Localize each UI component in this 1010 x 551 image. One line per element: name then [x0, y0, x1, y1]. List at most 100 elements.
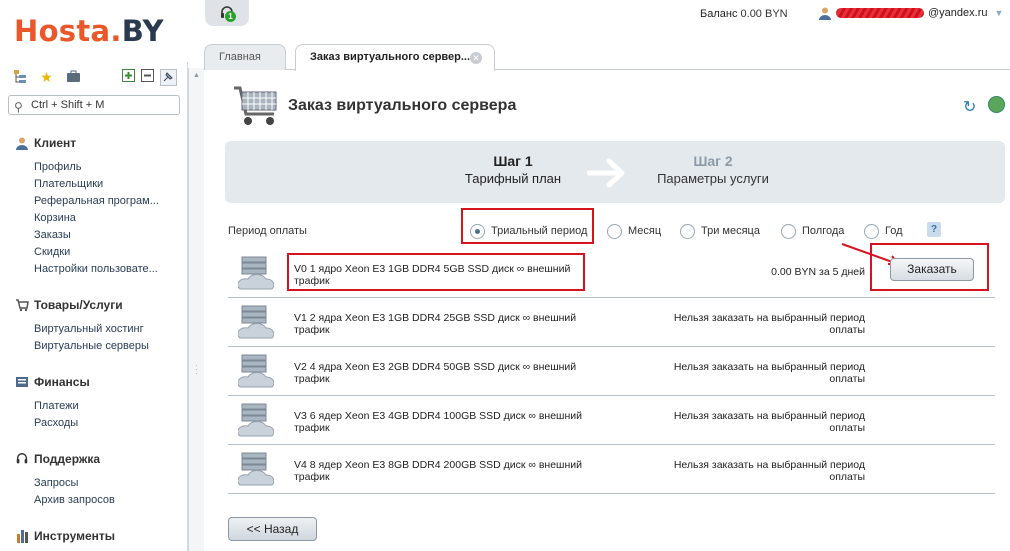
plan-row: V4 8 ядер Xeon E3 8GB DDR4 200GB SSD дис… [228, 445, 995, 494]
sidebar-item-orders[interactable]: Заказы [34, 227, 159, 244]
balance-value: 0.00 BYN [740, 8, 788, 20]
help-icon[interactable]: ? [927, 222, 941, 237]
server-icon [238, 403, 274, 437]
plan-row: V2 4 ядра Xeon E3 2GB DDR4 50GB SSD диск… [228, 347, 995, 396]
radio-three-months[interactable]: Три месяца [680, 222, 760, 240]
back-button[interactable]: << Назад [228, 517, 317, 541]
radio-button[interactable] [607, 223, 622, 239]
plan-row: V3 6 ядер Xeon E3 4GB DDR4 100GB SSD дис… [228, 396, 995, 445]
user-menu[interactable]: @yandex.ru ▼ [818, 6, 1003, 20]
sidebar-section-title[interactable]: Инструменты [14, 527, 115, 545]
radio-label: Полгода [802, 225, 845, 237]
sidebar-item-requests-archive[interactable]: Архив запросов [34, 492, 115, 509]
server-icon [238, 452, 274, 486]
sidebar-section-title[interactable]: Финансы [14, 373, 90, 391]
plan-status: Нельзя заказать на выбранный период опла… [673, 361, 865, 385]
pin-icon[interactable] [160, 69, 177, 86]
collapse-all-icon[interactable] [139, 69, 156, 86]
refresh-icon[interactable]: ↻ [963, 97, 976, 117]
radio-year[interactable]: Год [864, 222, 903, 240]
plan-row: V1 2 ядра Xeon E3 1GB DDR4 25GB SSD диск… [228, 298, 995, 347]
plan-name: V4 8 ядер Xeon E3 8GB DDR4 200GB SSD дис… [294, 459, 582, 483]
step-label: Тарифный план [464, 171, 562, 186]
star-icon[interactable]: ★ [38, 69, 55, 86]
sidebar-item-user-settings[interactable]: Настройки пользовате... [34, 261, 159, 278]
sidebar-item-virtual-hosting[interactable]: Виртуальный хостинг [34, 321, 149, 338]
sidebar-section-title[interactable]: Поддержка [14, 450, 115, 468]
plan-name: V1 2 ядра Xeon E3 1GB DDR4 25GB SSD диск… [294, 312, 577, 336]
wizard-steps: Шаг 1 Тарифный план Шаг 2 Параметры услу… [225, 141, 1005, 203]
step-number: Шаг 2 [693, 153, 733, 169]
tree-icon[interactable] [12, 69, 29, 86]
globe-icon[interactable] [988, 96, 1005, 113]
server-icon [238, 256, 274, 290]
highlight-trial-period [461, 208, 594, 244]
tab-home[interactable]: Главная [204, 44, 286, 70]
page-title: Заказ виртуального сервера [288, 97, 517, 114]
sidebar-search-input[interactable]: ⚲ Ctrl + Shift + M [8, 95, 180, 115]
sidebar-section-products: Товары/Услуги Виртуальный хостинг Виртуа… [14, 296, 149, 355]
tab-order-vps-label: Заказ виртуального сервер... [310, 51, 471, 63]
sidebar-item-discounts[interactable]: Скидки [34, 244, 159, 261]
support-button[interactable]: 1 [205, 0, 249, 26]
server-icon [238, 354, 274, 388]
logo[interactable]: Hosta.BY [14, 14, 164, 48]
plan-status: Нельзя заказать на выбранный период опла… [673, 410, 865, 434]
balance-label: Баланс [700, 8, 738, 20]
radio-month[interactable]: Месяц [607, 222, 661, 240]
arrow-right-icon [587, 158, 625, 188]
sidebar-item-referral[interactable]: Реферальная програм... [34, 193, 159, 210]
radio-half-year[interactable]: Полгода [781, 222, 844, 240]
radio-button[interactable] [680, 223, 695, 239]
radio-label: Год [885, 225, 903, 237]
sidebar: ★ ⚲ Ctrl + Shift + M Клиент Профиль Плате… [0, 62, 188, 551]
sidebar-section-support: Поддержка Запросы Архив запросов [14, 450, 115, 509]
user-icon [819, 7, 831, 20]
sidebar-item-cart[interactable]: Корзина [34, 210, 159, 227]
radio-button[interactable] [781, 223, 796, 239]
order-button[interactable]: Заказать [890, 258, 974, 281]
plan-price: 0.00 BYN за 5 дней [771, 266, 865, 278]
radio-button[interactable] [864, 223, 879, 239]
step-1: Шаг 1 Тарифный план [458, 153, 568, 186]
plan-status: Нельзя заказать на выбранный период опла… [673, 312, 865, 336]
radio-label: Месяц [628, 225, 662, 237]
tools-icon [14, 529, 29, 544]
plan-name: V3 6 ядер Xeon E3 4GB DDR4 100GB SSD дис… [294, 410, 582, 434]
chevron-down-icon[interactable]: ▼ [994, 8, 1003, 18]
sidebar-item-payers[interactable]: Плательщики [34, 176, 159, 193]
sidebar-item-profile[interactable]: Профиль [34, 159, 159, 176]
cart-icon [232, 84, 282, 133]
finance-icon [14, 375, 29, 390]
grip-icon[interactable]: · · · [195, 362, 198, 378]
radio-label: Три месяца [701, 225, 760, 237]
user-email-suffix: @yandex.ru [928, 7, 988, 19]
server-icon [238, 305, 274, 339]
briefcase-icon[interactable] [65, 69, 82, 86]
search-icon: ⚲ [14, 100, 23, 114]
sidebar-item-payments[interactable]: Платежи [34, 398, 90, 415]
search-placeholder: Ctrl + Shift + M [31, 99, 105, 111]
sidebar-section-title[interactable]: Клиент [14, 134, 159, 152]
sidebar-section-title[interactable]: Товары/Услуги [14, 296, 149, 314]
sidebar-section-tools: Инструменты [14, 527, 115, 545]
sidebar-toolbar: ★ [12, 69, 180, 87]
tab-order-vps[interactable]: Заказ виртуального сервер... ✕ [295, 44, 495, 71]
sidebar-section-finance: Финансы Платежи Расходы [14, 373, 90, 432]
plan-name: V2 4 ядра Xeon E3 2GB DDR4 50GB SSD диск… [294, 361, 577, 385]
sidebar-item-virtual-servers[interactable]: Виртуальные серверы [34, 338, 149, 355]
period-label: Период оплаты [228, 225, 307, 237]
cart-icon [14, 298, 29, 313]
tab-bar: Главная Заказ виртуального сервер... ✕ [188, 44, 1010, 71]
expand-all-icon[interactable] [120, 69, 137, 86]
plan-row: V0 1 ядро Xeon E3 1GB DDR4 5GB SSD диск … [228, 249, 995, 298]
step-2: Шаг 2 Параметры услуги [648, 153, 778, 186]
sidebar-splitter[interactable]: ▲ · · · [188, 68, 204, 551]
close-icon[interactable]: ✕ [470, 52, 482, 64]
step-number: Шаг 1 [493, 153, 533, 169]
sidebar-item-requests[interactable]: Запросы [34, 475, 115, 492]
support-count-badge: 1 [225, 11, 236, 22]
scroll-up-icon[interactable]: ▲ [193, 72, 200, 79]
client-icon [14, 136, 29, 151]
sidebar-item-expenses[interactable]: Расходы [34, 415, 90, 432]
